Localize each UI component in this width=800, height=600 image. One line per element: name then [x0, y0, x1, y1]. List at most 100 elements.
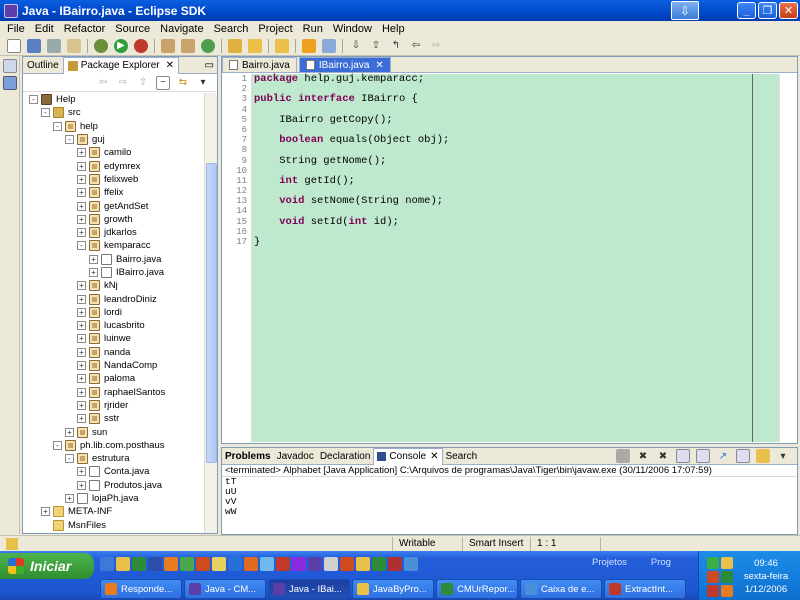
menu-window[interactable]: Window — [328, 23, 377, 35]
link-editor-icon[interactable]: ⇆ — [176, 76, 190, 90]
tree-item[interactable]: + kNj — [23, 279, 205, 292]
menu-file[interactable]: File — [2, 23, 30, 35]
explorer-icon[interactable] — [212, 557, 226, 571]
word-icon[interactable] — [148, 557, 162, 571]
update-icon[interactable] — [707, 585, 719, 597]
expand-icon[interactable]: + — [77, 148, 86, 158]
display-console-icon[interactable] — [736, 449, 750, 463]
tree-item[interactable]: + Conta.java — [23, 465, 205, 478]
tab-javadoc[interactable]: Javadoc — [274, 448, 317, 465]
save-icon[interactable] — [27, 38, 41, 53]
expand-icon[interactable]: + — [77, 334, 86, 344]
firefox-icon[interactable] — [244, 557, 258, 571]
new-java-project-icon[interactable] — [161, 38, 175, 53]
powerpoint-icon[interactable] — [196, 557, 210, 571]
projetos-toolbar[interactable]: Projetos — [592, 557, 627, 568]
code-line[interactable]: boolean equals(Object obj); — [254, 135, 777, 146]
explorer-scrollbar[interactable] — [204, 93, 217, 533]
new-package-icon[interactable] — [181, 38, 195, 53]
tree-item[interactable]: + rjrider — [23, 399, 205, 412]
tree-item[interactable]: + lucasbrito — [23, 319, 205, 332]
tree-item[interactable]: + IBairro.java — [23, 266, 205, 279]
tree-item[interactable]: + getAndSet — [23, 199, 205, 212]
menu-search[interactable]: Search — [209, 23, 254, 35]
code-line[interactable] — [254, 227, 777, 237]
tree-item[interactable]: + Produtos.java — [23, 479, 205, 492]
start-button[interactable]: Iniciar — [0, 553, 94, 579]
view-menu-icon[interactable]: ▾ — [776, 449, 790, 463]
app-icon[interactable] — [292, 557, 306, 571]
expand-icon[interactable]: + — [89, 268, 98, 277]
hierarchy-icon[interactable] — [3, 76, 17, 90]
print-icon[interactable] — [47, 38, 61, 53]
maximize-button[interactable]: ❐ — [758, 2, 777, 19]
menu-navigate[interactable]: Navigate — [155, 23, 208, 35]
pin-console-icon[interactable]: ↗ — [716, 449, 730, 463]
tree-item[interactable]: + edymrex — [23, 159, 205, 172]
back-icon[interactable]: ⇦ — [96, 76, 110, 90]
collapse-icon[interactable]: - — [53, 440, 62, 450]
new-class-icon[interactable] — [201, 38, 215, 53]
code-line[interactable]: public interface IBairro { — [254, 94, 777, 105]
tab-console[interactable]: Console ✕ — [373, 447, 443, 465]
tree-item[interactable]: + sstr — [23, 412, 205, 425]
forward-icon[interactable]: ⇨ — [116, 76, 130, 90]
collapse-all-icon[interactable]: − — [156, 75, 170, 90]
toggle-mark-icon[interactable] — [322, 38, 336, 53]
app-icon[interactable] — [388, 557, 402, 571]
expand-icon[interactable]: + — [77, 294, 86, 304]
tree-item[interactable]: + growth — [23, 213, 205, 226]
minimize-button[interactable]: _ — [737, 2, 756, 19]
app-icon[interactable] — [404, 557, 418, 571]
outlook-icon[interactable] — [116, 557, 130, 571]
close-icon[interactable]: ✕ — [166, 60, 174, 71]
run-icon[interactable]: ▶ — [114, 38, 128, 53]
tree-item[interactable]: + lojaPh.java — [23, 492, 205, 505]
expand-icon[interactable]: + — [77, 307, 86, 317]
scrollbar-thumb[interactable] — [206, 163, 217, 463]
tree-item[interactable]: - guj — [23, 133, 205, 146]
tree-item[interactable]: + Bairro.java — [23, 253, 205, 266]
prev-annotation-icon[interactable]: ⇧ — [369, 39, 383, 53]
up-icon[interactable]: ⇧ — [136, 76, 150, 90]
tree-item[interactable]: + ffelix — [23, 186, 205, 199]
media-player-icon[interactable] — [164, 557, 178, 571]
expand-icon[interactable]: + — [77, 201, 86, 211]
taskbar-button[interactable]: CMUrRepor... — [436, 579, 518, 599]
messenger-tray-icon[interactable] — [721, 571, 733, 583]
expand-icon[interactable]: + — [77, 281, 86, 291]
expand-icon[interactable]: + — [77, 174, 86, 184]
expand-icon[interactable]: + — [77, 161, 86, 171]
expand-icon[interactable]: + — [77, 467, 86, 477]
excel-icon[interactable] — [132, 557, 146, 571]
taskbar-button[interactable]: Java - IBai... — [268, 579, 350, 599]
forward-icon[interactable]: ⇨ — [429, 39, 443, 53]
tree-item[interactable]: - Help — [23, 93, 205, 106]
source-text[interactable]: package help.guj.kemparacc; public interf… — [254, 74, 777, 442]
tree-item[interactable]: + lordi — [23, 306, 205, 319]
open-type-icon[interactable] — [67, 38, 81, 53]
expand-icon[interactable] — [41, 521, 50, 530]
tab-ibairro-java[interactable]: IBairro.java ✕ — [298, 57, 391, 72]
external-tools-icon[interactable] — [134, 38, 148, 53]
tree-item[interactable]: + META-INF — [23, 505, 205, 518]
network-icon[interactable] — [707, 557, 719, 569]
close-icon[interactable]: ✕ — [430, 451, 438, 462]
expand-icon[interactable]: + — [41, 507, 50, 517]
code-line[interactable]: IBairro getCopy(); — [254, 115, 777, 126]
expand-icon[interactable]: + — [77, 361, 86, 371]
prog-toolbar[interactable]: Prog — [651, 557, 671, 568]
ie-icon[interactable] — [100, 557, 114, 571]
tab-bairro-java[interactable]: Bairro.java — [222, 57, 297, 72]
menu-run[interactable]: Run — [298, 23, 328, 35]
tab-package-explorer[interactable]: Package Explorer ✕ — [62, 56, 180, 74]
restore-icon[interactable] — [3, 59, 17, 73]
annotation-icon[interactable] — [302, 38, 316, 53]
collapse-icon[interactable]: - — [65, 454, 74, 464]
collapse-icon[interactable]: - — [65, 135, 74, 145]
expand-icon[interactable]: + — [77, 414, 86, 424]
code-line[interactable]: } — [254, 237, 777, 248]
expand-icon[interactable]: + — [77, 400, 86, 410]
tree-item[interactable]: + nanda — [23, 346, 205, 359]
terminate-icon[interactable] — [616, 449, 630, 463]
